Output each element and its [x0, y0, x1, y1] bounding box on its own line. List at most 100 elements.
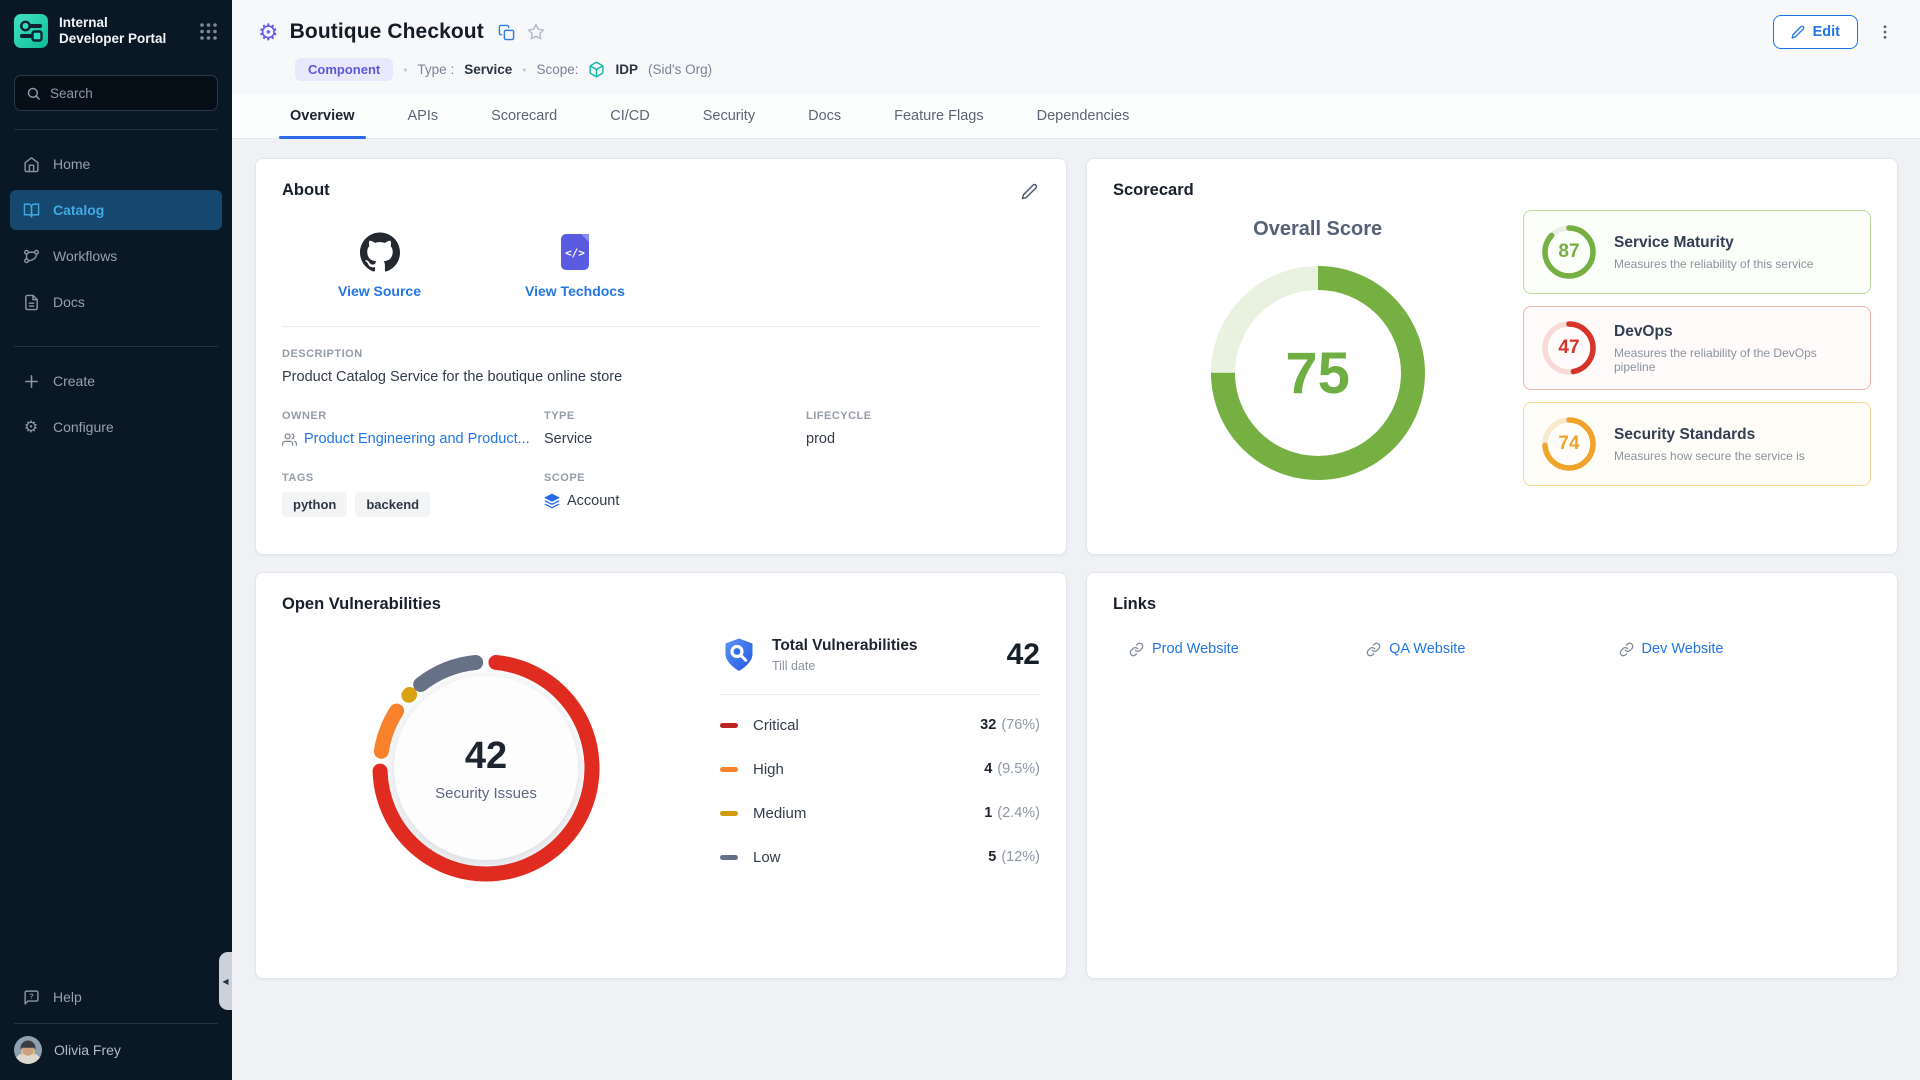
- sidebar-item-label: Docs: [53, 294, 85, 310]
- tag-chip[interactable]: backend: [355, 492, 430, 517]
- dot-separator: •: [522, 63, 526, 77]
- devops-ring: 47: [1540, 319, 1598, 377]
- sidebar-item-workflows[interactable]: Workflows: [10, 236, 222, 276]
- total-vulnerabilities-sub: Till date: [772, 659, 918, 673]
- kebab-menu-icon[interactable]: [1874, 21, 1896, 43]
- page-title: Boutique Checkout: [290, 20, 484, 44]
- search-input[interactable]: [50, 86, 206, 101]
- tab-docs[interactable]: Docs: [797, 95, 852, 138]
- tag-chip[interactable]: python: [282, 492, 347, 517]
- help-icon: ?: [22, 989, 40, 1006]
- prod-website-link[interactable]: Prod Website: [1113, 641, 1366, 657]
- lifecycle-field: LIFECYCLE prod: [806, 410, 1040, 447]
- gear-icon: ⚙: [22, 417, 40, 437]
- total-vulnerabilities-row: Total Vulnerabilities Till date 42: [720, 636, 1040, 674]
- score-card-devops[interactable]: 47 DevOps Measures the reliability of th…: [1523, 306, 1871, 390]
- vulnerabilities-card: Open Vulnerabilities: [255, 572, 1067, 979]
- owner-link[interactable]: Product Engineering and Product...: [304, 431, 530, 447]
- qa-website-link[interactable]: QA Website: [1366, 641, 1618, 657]
- sidebar-item-label: Home: [53, 156, 90, 172]
- tab-dependencies[interactable]: Dependencies: [1026, 95, 1141, 138]
- component-badge: Component: [295, 58, 393, 81]
- tab-apis[interactable]: APIs: [397, 95, 450, 138]
- total-vulnerabilities-value: 42: [1007, 638, 1040, 672]
- cube-icon: [588, 61, 605, 78]
- tab-cicd[interactable]: CI/CD: [599, 95, 660, 138]
- tab-scorecard[interactable]: Scorecard: [480, 95, 568, 138]
- sidebar-item-label: Create: [53, 373, 95, 389]
- vulnerabilities-divider: [720, 694, 1040, 695]
- overall-score-donut: 75: [1202, 257, 1434, 489]
- techdocs-icon: </>: [555, 232, 595, 272]
- app-grid-icon[interactable]: [199, 22, 218, 41]
- overall-score-block: Overall Score 75: [1113, 204, 1522, 489]
- main: ⚙ Boutique Checkout Edit: [232, 0, 1920, 1080]
- type-value: Service: [464, 62, 512, 77]
- sidebar-item-label: Workflows: [53, 248, 117, 264]
- scope-label: Scope:: [536, 62, 578, 77]
- sidebar: Internal Developer Portal Ho: [0, 0, 232, 1080]
- search-icon: [26, 86, 41, 101]
- scope-org: (Sid's Org): [648, 62, 712, 77]
- user-name: Olivia Frey: [54, 1042, 121, 1058]
- dev-website-link[interactable]: Dev Website: [1619, 641, 1871, 657]
- sidebar-item-catalog[interactable]: Catalog: [10, 190, 222, 230]
- links-title: Links: [1113, 595, 1871, 614]
- scope-field: SCOPE Account: [544, 472, 806, 517]
- pencil-icon: [1791, 25, 1805, 39]
- total-vulnerabilities-title: Total Vulnerabilities: [772, 637, 918, 655]
- view-source-link[interactable]: View Source: [338, 232, 421, 299]
- tab-overview[interactable]: Overview: [279, 95, 366, 138]
- tab-feature-flags[interactable]: Feature Flags: [883, 95, 994, 138]
- vulnerabilities-legend: Critical 32 (76%) High 4 (9.5%) Me: [720, 703, 1040, 879]
- sidebar-item-create[interactable]: Create: [10, 361, 222, 401]
- dot-separator: •: [403, 63, 407, 77]
- link-chain-icon: [1366, 642, 1381, 657]
- sidebar-item-home[interactable]: Home: [10, 144, 222, 184]
- catalog-icon: [22, 202, 40, 219]
- legend-row-medium: Medium 1 (2.4%): [720, 791, 1040, 835]
- security-standards-ring: 74: [1540, 415, 1598, 473]
- plus-icon: [22, 373, 40, 390]
- link-chain-icon: [1129, 642, 1144, 657]
- app-title: Internal Developer Portal: [59, 15, 166, 47]
- score-card-service-maturity[interactable]: 87 Service Maturity Measures the reliabi…: [1523, 210, 1871, 294]
- sidebar-collapse-handle[interactable]: ◀: [219, 952, 232, 1010]
- vulnerabilities-title: Open Vulnerabilities: [282, 595, 1040, 614]
- scorecard-card: Scorecard Overall Score 75: [1086, 158, 1898, 555]
- sidebar-divider: [14, 346, 218, 347]
- svg-text:</>: </>: [565, 247, 585, 260]
- links-card: Links Prod Website: [1086, 572, 1898, 979]
- github-icon: [360, 232, 400, 272]
- legend-row-critical: Critical 32 (76%): [720, 703, 1040, 747]
- scorecard-title: Scorecard: [1113, 181, 1871, 200]
- sidebar-actions: Create ⚙ Configure: [0, 361, 232, 453]
- tags-field: TAGS python backend: [282, 472, 544, 517]
- workflows-icon: [22, 248, 40, 265]
- sidebar-item-configure[interactable]: ⚙ Configure: [10, 407, 222, 447]
- edit-button[interactable]: Edit: [1773, 15, 1858, 49]
- description-label: DESCRIPTION: [282, 348, 1040, 360]
- tab-security[interactable]: Security: [692, 95, 766, 138]
- about-edit-pencil-icon[interactable]: [1019, 181, 1040, 202]
- score-card-security-standards[interactable]: 74 Security Standards Measures how secur…: [1523, 402, 1871, 486]
- content: About View Source: [232, 139, 1920, 979]
- logo-row: Internal Developer Portal: [0, 0, 232, 61]
- account-layers-icon: [544, 493, 560, 509]
- vulnerabilities-donut: 42 Security Issues: [354, 636, 618, 900]
- sidebar-item-help[interactable]: ? Help: [10, 977, 222, 1017]
- search-box[interactable]: [14, 75, 218, 111]
- docs-icon: [22, 294, 40, 311]
- sidebar-item-docs[interactable]: Docs: [10, 282, 222, 322]
- edit-button-label: Edit: [1813, 24, 1840, 40]
- component-gear-icon: ⚙: [258, 21, 279, 44]
- star-icon[interactable]: [525, 21, 547, 43]
- copy-icon[interactable]: [496, 22, 517, 43]
- legend-row-low: Low 5 (12%): [720, 835, 1040, 879]
- description-value: Product Catalog Service for the boutique…: [282, 369, 1040, 385]
- app-logo-icon: [13, 13, 49, 49]
- type-label: Type :: [417, 62, 454, 77]
- user-row[interactable]: Olivia Frey: [0, 1024, 232, 1080]
- view-techdocs-link[interactable]: </> View Techdocs: [525, 232, 625, 299]
- sidebar-item-label: Catalog: [53, 202, 104, 218]
